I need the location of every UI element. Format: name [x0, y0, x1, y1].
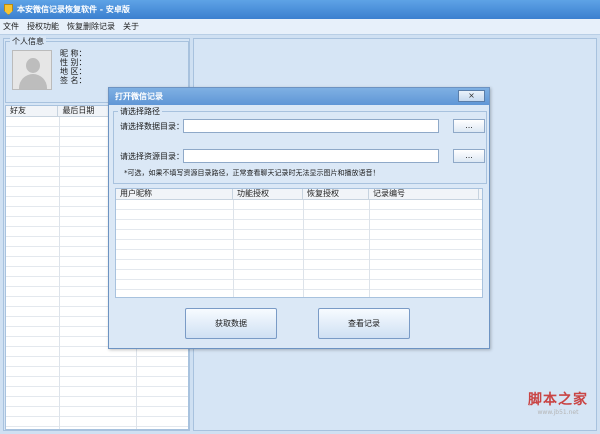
column-feature-license[interactable]: 功能授权 — [233, 189, 303, 199]
profile-fields: 昵 称： 性 别： 地 区： 签 名： — [60, 49, 87, 85]
fetch-data-button[interactable]: 获取数据 — [185, 308, 277, 339]
menu-bar: 文件 授权功能 恢复删除记录 关于 — [0, 19, 600, 35]
column-record-id[interactable]: 记录编号 — [369, 189, 479, 199]
dialog-close-button[interactable]: × — [458, 90, 485, 102]
dialog-title-bar: 打开微信记录 — [109, 88, 489, 105]
resource-dir-browse-button[interactable]: ... — [453, 149, 485, 163]
watermark-text: 脚本之家 — [528, 392, 588, 408]
menu-about[interactable]: 关于 — [123, 21, 139, 32]
friend-col-divider — [59, 117, 60, 429]
path-group: 请选择路径 请选择数据目录： ... 请选择资源目录： ... *可选，如果不填… — [113, 106, 487, 184]
avatar — [12, 50, 52, 90]
app-shield-icon — [4, 4, 13, 15]
dialog-title: 打开微信记录 — [115, 92, 163, 101]
account-table-header: 用户昵称 功能授权 恢复授权 记录编号 — [116, 189, 482, 200]
column-user-nickname[interactable]: 用户昵称 — [116, 189, 233, 199]
account-table-rows — [116, 200, 482, 297]
resource-dir-hint: *可选，如果不填写资源目录路径，正常查看聊天记录时无法显示图片和播放语音！ — [124, 169, 380, 177]
profile-gender-label: 性 别： — [60, 58, 87, 67]
profile-group-label: 个人信息 — [10, 36, 46, 47]
data-dir-input[interactable] — [183, 119, 439, 133]
profile-region-label: 地 区： — [60, 67, 87, 76]
data-dir-label: 请选择数据目录： — [120, 122, 184, 131]
column-friend[interactable]: 好友 — [6, 106, 59, 116]
account-table[interactable]: 用户昵称 功能授权 恢复授权 记录编号 — [115, 188, 483, 298]
watermark-url: www.jb51.net — [537, 409, 579, 416]
window-title: 本安微信记录恢复软件 - 安卓版 — [17, 5, 130, 14]
path-group-label: 请选择路径 — [118, 106, 162, 117]
account-col-divider — [369, 200, 370, 297]
account-col-divider — [303, 200, 304, 297]
resource-dir-input[interactable] — [183, 149, 439, 163]
profile-nickname-label: 昵 称： — [60, 49, 87, 58]
column-restore-license[interactable]: 恢复授权 — [303, 189, 369, 199]
title-bar: 本安微信记录恢复软件 - 安卓版 — [0, 0, 600, 19]
resource-dir-label: 请选择资源目录： — [120, 152, 184, 161]
account-col-divider — [233, 200, 234, 297]
avatar-head-icon — [26, 58, 40, 73]
data-dir-browse-button[interactable]: ... — [453, 119, 485, 133]
profile-signature-label: 签 名： — [60, 76, 87, 85]
menu-file[interactable]: 文件 — [3, 21, 19, 32]
menu-restore-deleted[interactable]: 恢复删除记录 — [67, 21, 115, 32]
open-record-dialog: 打开微信记录 × 请选择路径 请选择数据目录： ... 请选择资源目录： ...… — [108, 87, 490, 349]
view-records-button[interactable]: 查看记录 — [318, 308, 410, 339]
menu-license[interactable]: 授权功能 — [27, 21, 59, 32]
avatar-body-icon — [19, 74, 47, 89]
watermark: 脚本之家 www.jb51.net — [528, 389, 588, 416]
